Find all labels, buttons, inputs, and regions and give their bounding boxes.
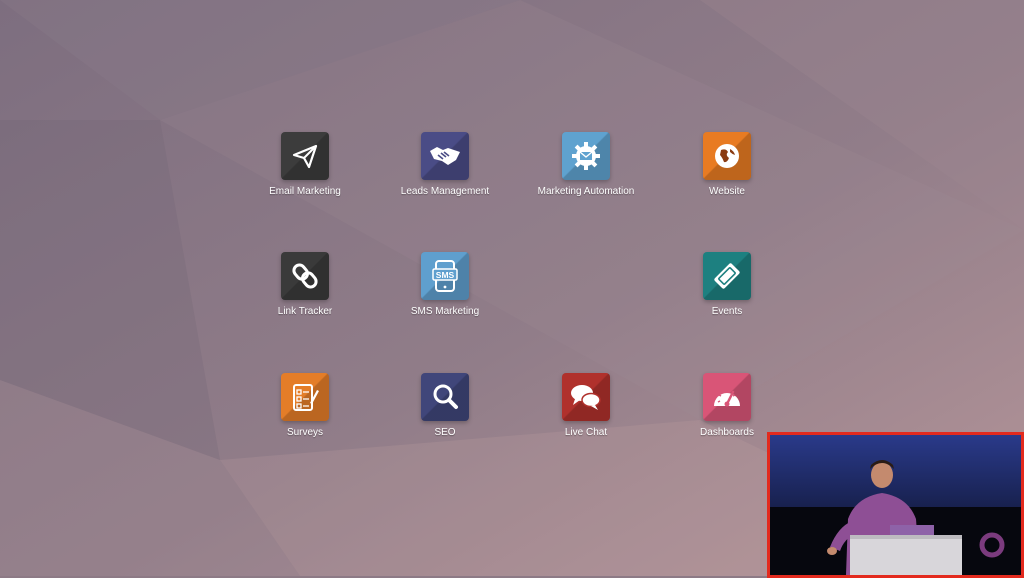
app-email-marketing[interactable]: Email Marketing	[235, 132, 375, 210]
app-label: Live Chat	[564, 427, 608, 438]
survey-checklist-icon	[281, 373, 329, 421]
svg-text:SMS: SMS	[436, 270, 455, 280]
app-seo[interactable]: SEO	[375, 373, 515, 451]
app-leads-management[interactable]: Leads Management	[375, 132, 515, 210]
gauge-icon	[703, 373, 751, 421]
chain-link-icon	[281, 252, 329, 300]
ticket-icon	[703, 252, 751, 300]
chat-bubbles-icon	[562, 373, 610, 421]
app-label: Surveys	[286, 427, 324, 438]
app-live-chat[interactable]: Live Chat	[516, 373, 656, 451]
app-marketing-automation[interactable]: Marketing Automation	[516, 132, 656, 210]
gear-envelope-icon	[562, 132, 610, 180]
globe-icon	[703, 132, 751, 180]
app-label: SEO	[434, 427, 456, 438]
app-label: SMS Marketing	[410, 306, 480, 317]
app-label: Dashboards	[700, 427, 754, 438]
app-label: Events	[711, 306, 743, 317]
app-label: Email Marketing	[269, 186, 341, 197]
app-sms-marketing[interactable]: SMS SMS Marketing	[375, 252, 515, 330]
app-link-tracker[interactable]: Link Tracker	[235, 252, 375, 330]
app-surveys[interactable]: Surveys	[235, 373, 375, 451]
handshake-icon	[421, 132, 469, 180]
phone-sms-icon: SMS	[421, 252, 469, 300]
app-label: Marketing Automation	[537, 186, 635, 197]
magnifier-icon	[421, 373, 469, 421]
app-label: Link Tracker	[277, 306, 333, 317]
app-website[interactable]: Website	[657, 132, 797, 210]
ring-logo-icon	[979, 532, 1005, 558]
app-events[interactable]: Events	[657, 252, 797, 330]
app-label: Website	[709, 186, 745, 197]
video-overlay	[767, 432, 1024, 578]
paper-plane-icon	[281, 132, 329, 180]
app-label: Leads Management	[400, 186, 490, 197]
